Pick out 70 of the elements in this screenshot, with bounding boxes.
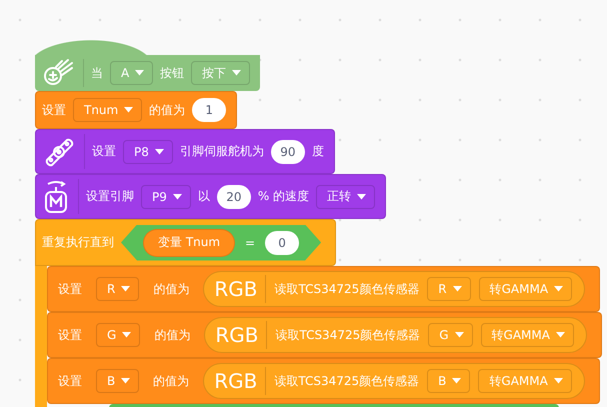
caret-icon (122, 332, 132, 338)
motor-icon (42, 178, 70, 214)
meteor-icon (41, 58, 75, 88)
caret-icon (452, 286, 462, 292)
variable-reporter[interactable]: 变量 Tnum (143, 228, 236, 256)
number-field[interactable]: 20 (216, 184, 251, 208)
block-label: 的值为 (154, 326, 190, 344)
block-label: 当 (91, 64, 103, 82)
dropdown[interactable]: B (96, 369, 140, 393)
number-field[interactable]: 1 (192, 98, 226, 122)
dropdown[interactable]: G (428, 323, 473, 347)
dropdown[interactable]: 正转 (316, 184, 376, 208)
caret-icon (121, 378, 130, 384)
block-label: 以 (198, 188, 210, 205)
block-label: 设置 (58, 372, 82, 390)
block-label: 读取TCS34725颜色传感器 (274, 280, 420, 298)
sensor-reporter[interactable]: RGB 读取TCS34725颜色传感器 R 转GAMMA (203, 271, 586, 307)
dropdown[interactable]: R (427, 277, 471, 301)
dropdown[interactable]: 转GAMMA (478, 277, 572, 301)
caret-icon (135, 70, 144, 76)
block-label: 重复执行直到 (42, 234, 114, 251)
dropdown[interactable]: G (96, 323, 140, 347)
dropdown[interactable]: 转GAMMA (478, 369, 572, 393)
caret-icon (454, 332, 464, 338)
block-label: 设置 (92, 143, 116, 160)
dropdown[interactable]: R (96, 277, 140, 301)
dropdown[interactable]: Tnum (73, 98, 142, 122)
dropdown[interactable]: B (427, 369, 470, 393)
command-block[interactable]: 设置 Tnum 的值为 1 (35, 91, 238, 129)
block-label: 设置 (58, 326, 82, 344)
block-label: 引脚伺服舵机为 (180, 143, 264, 160)
event-block[interactable]: 当 A 按钮 按下 (35, 40, 260, 91)
caret-icon (121, 286, 130, 292)
dropdown[interactable]: P9 (141, 184, 191, 208)
dropdown[interactable]: P8 (123, 140, 173, 164)
caret-icon (554, 378, 563, 384)
block-label: = (245, 236, 256, 250)
dropdown[interactable]: 转GAMMA (480, 323, 574, 347)
block-label: 设置 (42, 102, 66, 118)
block-label: % 的速度 (258, 188, 310, 205)
dropdown[interactable]: 按下 (191, 61, 250, 85)
caret-icon (172, 194, 182, 200)
number-field[interactable]: 0 (265, 230, 300, 254)
block-label: 的值为 (149, 102, 186, 118)
dropdown[interactable]: A (110, 61, 154, 85)
caret-icon (154, 148, 164, 154)
repeat-block[interactable]: 重复执行直到 变量 Tnum = 0 (35, 219, 336, 266)
command-block[interactable]: 设置 P8 引脚伺服舵机为 90 度 (35, 129, 335, 174)
sensor-reporter[interactable]: RGB 读取TCS34725颜色传感器 B 转GAMMA (203, 363, 585, 399)
caret-icon (452, 378, 462, 384)
block-label: 设置 (58, 280, 82, 298)
condition-block[interactable]: 变量 Tnum = 0 (121, 224, 322, 260)
sensor-reporter[interactable]: RGB 读取TCS34725颜色传感器 G 转GAMMA (204, 317, 587, 353)
command-block[interactable]: 设置 R 的值为 RGB 读取TCS34725颜色传感器 R 转GAMMA (47, 266, 600, 312)
block-label: 的值为 (153, 280, 190, 298)
block-label: 设置引脚 (86, 188, 134, 205)
command-block[interactable]: 设置引脚 P9 以 20 % 的速度 正转 (35, 174, 386, 219)
block-label: 读取TCS34725颜色传感器 (275, 326, 420, 344)
caret-icon (357, 194, 366, 200)
block-label: 的值为 (153, 372, 190, 390)
block-label: 度 (312, 143, 324, 160)
caret-icon (556, 332, 565, 338)
block-label: 读取TCS34725颜色传感器 (274, 372, 420, 390)
command-block[interactable]: 设置 G 的值为 RGB 读取TCS34725颜色传感器 G 转GAMMA (47, 312, 602, 358)
number-field[interactable]: 90 (270, 140, 305, 164)
caret-icon (232, 70, 242, 76)
command-block[interactable]: 设置 B 的值为 RGB 读取TCS34725颜色传感器 B 转GAMMA (47, 358, 600, 404)
caret-icon (124, 107, 134, 113)
block-label: 按钮 (160, 64, 184, 82)
caret-icon (554, 286, 564, 292)
